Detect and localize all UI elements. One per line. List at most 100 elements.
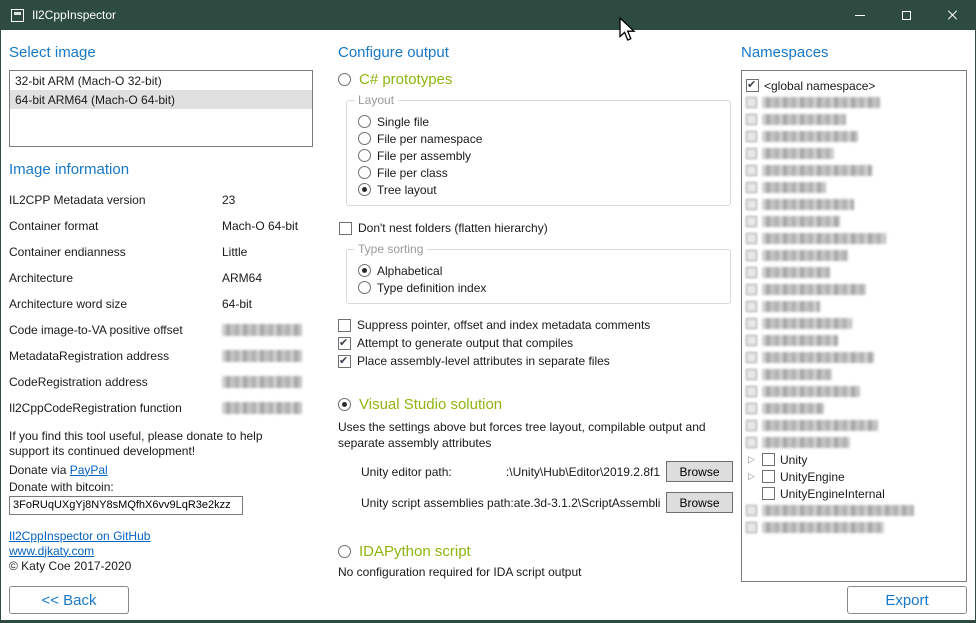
info-label: Container endianness	[9, 245, 222, 259]
back-button[interactable]: << Back	[9, 586, 129, 614]
checkbox-icon	[746, 182, 757, 193]
ida-radio-label: IDAPython script	[359, 543, 471, 560]
copyright-text: © Katy Coe 2017-2020	[9, 559, 313, 573]
info-row: Architecture ARM64	[9, 265, 313, 291]
radio-option[interactable]: Alphabetical	[358, 262, 730, 279]
namespace-item-redacted[interactable]	[746, 383, 962, 400]
vs-radio[interactable]: Visual Studio solution	[338, 396, 735, 413]
window-title: Il2CppInspector	[32, 8, 116, 22]
info-value: 23	[222, 193, 235, 207]
namespace-item[interactable]: UnityEngine	[746, 468, 962, 485]
ida-radio[interactable]: IDAPython script	[338, 543, 735, 560]
expander-icon[interactable]	[746, 451, 757, 468]
namespace-item-redacted[interactable]	[746, 315, 962, 332]
namespace-item-redacted[interactable]	[746, 349, 962, 366]
namespace-item-redacted[interactable]	[746, 94, 962, 111]
namespace-item[interactable]: <global namespace>	[746, 77, 962, 94]
maximize-button[interactable]	[883, 0, 929, 30]
info-row: Container endianness Little	[9, 239, 313, 265]
radio-option[interactable]: File per assembly	[358, 147, 730, 164]
info-value: ARM64	[222, 271, 262, 285]
minimize-button[interactable]	[837, 0, 883, 30]
namespace-item-redacted[interactable]	[746, 366, 962, 383]
redacted-label	[762, 420, 878, 431]
redacted-label	[762, 335, 838, 346]
namespace-item[interactable]: UnityEngineInternal	[746, 485, 962, 502]
unity-editor-browse-button[interactable]: Browse	[666, 461, 733, 482]
namespace-item-redacted[interactable]	[746, 247, 962, 264]
radio-icon	[358, 115, 371, 128]
namespace-item-redacted[interactable]	[746, 264, 962, 281]
flatten-checkbox[interactable]: Don't nest folders (flatten hierarchy)	[339, 219, 735, 237]
checkbox-icon	[746, 420, 757, 431]
namespace-item-redacted[interactable]	[746, 196, 962, 213]
namespace-item-redacted[interactable]	[746, 434, 962, 451]
radio-icon	[338, 545, 351, 558]
radio-label: File per namespace	[377, 132, 482, 146]
namespace-tree[interactable]: <global namespace>	[741, 70, 967, 582]
namespace-item-redacted[interactable]	[746, 111, 962, 128]
bitcoin-address-input[interactable]	[9, 496, 243, 515]
image-listbox[interactable]: 32-bit ARM (Mach-O 32-bit)64-bit ARM64 (…	[9, 70, 313, 147]
unity-script-browse-button[interactable]: Browse	[666, 492, 733, 513]
radio-option[interactable]: File per class	[358, 164, 730, 181]
namespace-item-redacted[interactable]	[746, 502, 962, 519]
info-row: IL2CPP Metadata version 23	[9, 187, 313, 213]
redacted-label	[762, 505, 914, 516]
csharp-radio[interactable]: C# prototypes	[338, 71, 735, 88]
donate-text: If you find this tool useful, please don…	[9, 429, 305, 460]
radio-label: File per assembly	[377, 149, 471, 163]
namespace-item-redacted[interactable]	[746, 400, 962, 417]
website-link[interactable]: www.djkaty.com	[9, 544, 94, 558]
namespace-item-redacted[interactable]	[746, 162, 962, 179]
expander-icon[interactable]	[746, 468, 757, 485]
checkbox-icon	[746, 250, 757, 261]
redacted-label	[762, 233, 886, 244]
namespace-item[interactable]: Unity	[746, 451, 962, 468]
info-row: CodeRegistration address	[9, 369, 313, 395]
radio-option[interactable]: Type definition index	[358, 279, 730, 296]
github-link[interactable]: Il2CppInspector on GitHub	[9, 529, 150, 543]
namespace-item-redacted[interactable]	[746, 128, 962, 145]
radio-label: File per class	[377, 166, 448, 180]
output-checkboxes: Suppress pointer, offset and index metad…	[338, 316, 735, 370]
redacted-label	[762, 131, 858, 142]
namespace-item-redacted[interactable]	[746, 213, 962, 230]
namespace-item-redacted[interactable]	[746, 179, 962, 196]
radio-option[interactable]: Tree layout	[358, 181, 730, 198]
maximize-icon	[902, 11, 911, 20]
radio-icon	[358, 132, 371, 145]
radio-label: Tree layout	[377, 183, 437, 197]
image-information-heading: Image information	[9, 161, 313, 178]
checkbox-label: Place assembly-level attributes in separ…	[357, 354, 610, 368]
namespace-item-redacted[interactable]	[746, 298, 962, 315]
checkbox-option[interactable]: Place assembly-level attributes in separ…	[338, 352, 735, 370]
checkbox-option[interactable]: Suppress pointer, offset and index metad…	[338, 316, 735, 334]
namespace-item-redacted[interactable]	[746, 332, 962, 349]
redacted-label	[762, 386, 860, 397]
image-list-item[interactable]: 64-bit ARM64 (Mach-O 64-bit)	[10, 90, 312, 109]
namespace-item-redacted[interactable]	[746, 417, 962, 434]
paypal-link[interactable]: PayPal	[70, 463, 108, 477]
checkbox-option[interactable]: Attempt to generate output that compiles	[338, 334, 735, 352]
radio-option[interactable]: File per namespace	[358, 130, 730, 147]
image-list-item[interactable]: 32-bit ARM (Mach-O 32-bit)	[10, 71, 312, 90]
namespace-item-redacted[interactable]	[746, 519, 962, 536]
info-row: Code image-to-VA positive offset	[9, 317, 313, 343]
export-button[interactable]: Export	[847, 586, 967, 614]
radio-option[interactable]: Single file	[358, 113, 730, 130]
redacted-label	[762, 250, 848, 261]
checkbox-label: Attempt to generate output that compiles	[357, 336, 573, 350]
type-sorting-group-label: Type sorting	[354, 242, 427, 256]
info-value	[222, 402, 302, 414]
unity-script-path-row: Unity script assemblies path: ate.3d-3.1…	[361, 492, 733, 513]
namespace-label: Unity	[780, 453, 807, 467]
configure-output-heading: Configure output	[338, 44, 735, 61]
close-button[interactable]	[929, 0, 975, 30]
redacted-label	[762, 97, 880, 108]
redacted-label	[762, 216, 840, 227]
namespace-item-redacted[interactable]	[746, 281, 962, 298]
namespace-item-redacted[interactable]	[746, 145, 962, 162]
redacted-label	[762, 403, 824, 414]
namespace-item-redacted[interactable]	[746, 230, 962, 247]
